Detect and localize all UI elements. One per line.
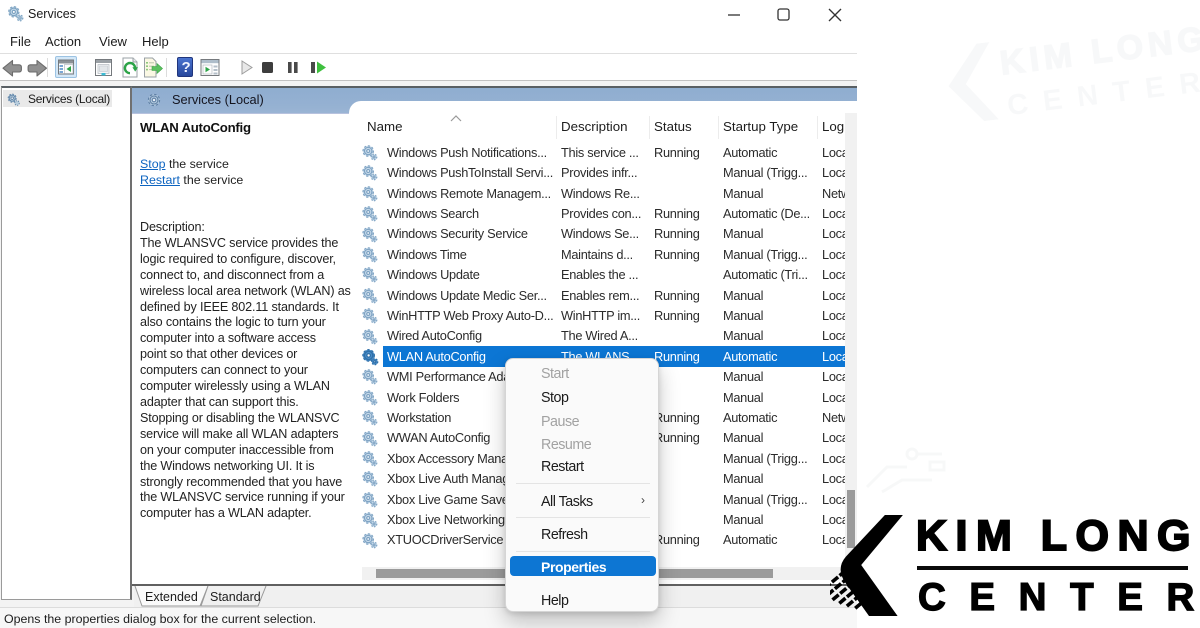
svg-text:Extended: Extended — [145, 590, 198, 604]
svg-text:Standard: Standard — [210, 590, 261, 604]
